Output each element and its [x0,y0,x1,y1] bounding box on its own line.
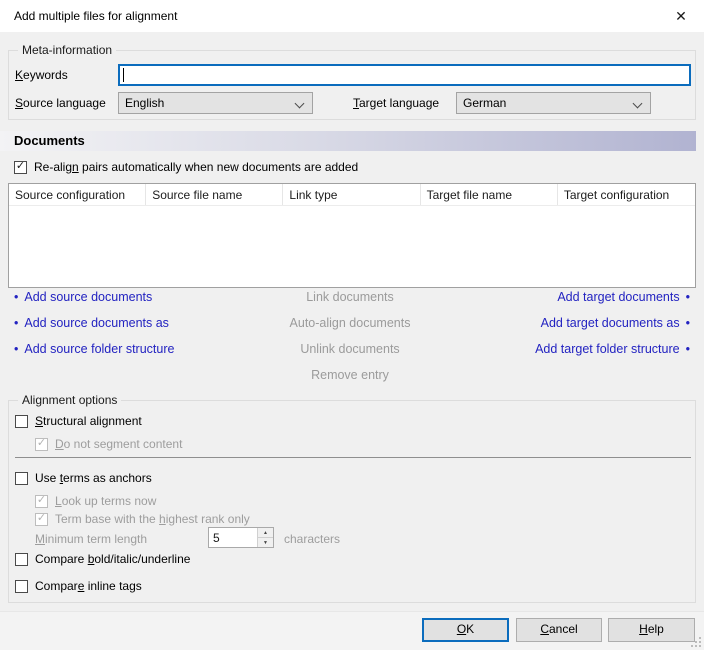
compare-bold-italic-underline-checkbox[interactable]: Compare bold/italic/underline [15,552,190,566]
link-actions-column: Link documents Auto-align documents Unli… [230,290,470,394]
add-source-documents-as-link[interactable]: Add source documents as [24,316,169,330]
use-terms-as-anchors-checkbox[interactable]: Use terms as anchors [15,471,152,485]
source-language-select[interactable]: English [118,92,313,114]
checkbox-checked-disabled-icon: ✓ [35,495,48,508]
spin-down-icon: ▼ [258,538,273,547]
documents-table-header: Source configuration Source file name Li… [9,184,695,206]
target-language-select[interactable]: German [456,92,651,114]
column-header-source-file-name[interactable]: Source file name [146,184,283,205]
realign-label: Re-align pairs automatically when new do… [34,160,358,174]
documents-table[interactable]: Source configuration Source file name Li… [8,183,696,288]
documents-table-body [9,206,695,288]
checkbox-unchecked-icon [15,580,28,593]
close-button[interactable]: ✕ [658,0,704,32]
source-language-label: Source language [15,96,106,110]
checkbox-unchecked-icon [15,472,28,485]
structural-alignment-label: Structural alignment [35,414,142,428]
checkbox-checked-icon: ✓ [14,161,27,174]
remove-entry-action: Remove entry [311,368,389,382]
bullet-icon: • [686,342,690,356]
chevron-down-icon [633,99,643,109]
checkbox-unchecked-icon [15,553,28,566]
bullet-icon: • [14,290,18,304]
spin-up-icon: ▲ [258,528,273,538]
column-header-source-configuration[interactable]: Source configuration [9,184,146,205]
alignment-options-group-label: Alignment options [18,393,121,407]
bullet-icon: • [686,316,690,330]
close-icon: ✕ [675,8,687,25]
look-up-terms-checkbox: ✓ Look up terms now [35,494,156,508]
realign-checkbox[interactable]: ✓ Re-align pairs automatically when new … [14,160,358,174]
meta-information-group-label: Meta-information [18,43,116,57]
compare-inline-tags-label: Compare inline tags [35,579,142,593]
term-base-highest-rank-checkbox: ✓ Term base with the highest rank only [35,512,250,526]
keywords-label: Keywords [15,68,68,82]
characters-unit-label: characters [284,532,340,546]
ok-button[interactable]: OK [422,618,509,642]
button-bar: OK Cancel Help [0,611,704,650]
alignment-options-group: Alignment options Structural alignment ✓… [8,400,696,603]
source-links-column: • Add source documents • Add source docume… [14,290,174,368]
add-target-folder-structure-link[interactable]: Add target folder structure [535,342,680,356]
minimum-term-length-value: 5 [209,528,257,547]
do-not-segment-label: Do not segment content [55,437,182,451]
bullet-icon: • [686,290,690,304]
dialog-title: Add multiple files for alignment [14,9,177,23]
checkbox-checked-disabled-icon: ✓ [35,438,48,451]
use-terms-as-anchors-label: Use terms as anchors [35,471,152,485]
spinner-buttons: ▲ ▼ [257,528,273,547]
text-caret [123,68,124,82]
look-up-terms-label: Look up terms now [55,494,156,508]
checkbox-unchecked-icon [15,415,28,428]
structural-alignment-checkbox[interactable]: Structural alignment [15,414,142,428]
column-header-target-configuration[interactable]: Target configuration [558,184,695,205]
add-source-folder-structure-link[interactable]: Add source folder structure [24,342,174,356]
source-language-value: English [125,96,164,110]
column-header-link-type[interactable]: Link type [283,184,420,205]
title-bar: Add multiple files for alignment ✕ [0,0,704,32]
chevron-down-icon [295,99,305,109]
target-language-value: German [463,96,506,110]
cancel-button[interactable]: Cancel [516,618,602,642]
minimum-term-length-label: Minimum term length [35,532,147,546]
compare-inline-tags-checkbox[interactable]: Compare inline tags [15,579,142,593]
link-documents-action: Link documents [306,290,394,304]
keywords-input[interactable] [118,64,691,86]
meta-information-group: Meta-information Keywords Source languag… [8,50,696,120]
target-language-label: Target language [353,96,439,110]
unlink-documents-action: Unlink documents [300,342,399,356]
term-base-highest-rank-label: Term base with the highest rank only [55,512,250,526]
resize-grip[interactable] [690,636,701,647]
do-not-segment-checkbox: ✓ Do not segment content [35,437,182,451]
add-target-documents-link[interactable]: Add target documents [557,290,679,304]
add-target-documents-as-link[interactable]: Add target documents as [541,316,680,330]
separator [15,457,691,458]
checkbox-checked-disabled-icon: ✓ [35,513,48,526]
target-links-column: Add target documents • Add target documen… [535,290,690,368]
documents-section-header: Documents [0,131,696,151]
column-header-target-file-name[interactable]: Target file name [421,184,558,205]
bullet-icon: • [14,316,18,330]
minimum-term-length-stepper: 5 ▲ ▼ [208,527,274,548]
bullet-icon: • [14,342,18,356]
compare-bold-italic-underline-label: Compare bold/italic/underline [35,552,190,566]
add-source-documents-link[interactable]: Add source documents [24,290,152,304]
auto-align-documents-action: Auto-align documents [290,316,411,330]
help-button[interactable]: Help [608,618,695,642]
